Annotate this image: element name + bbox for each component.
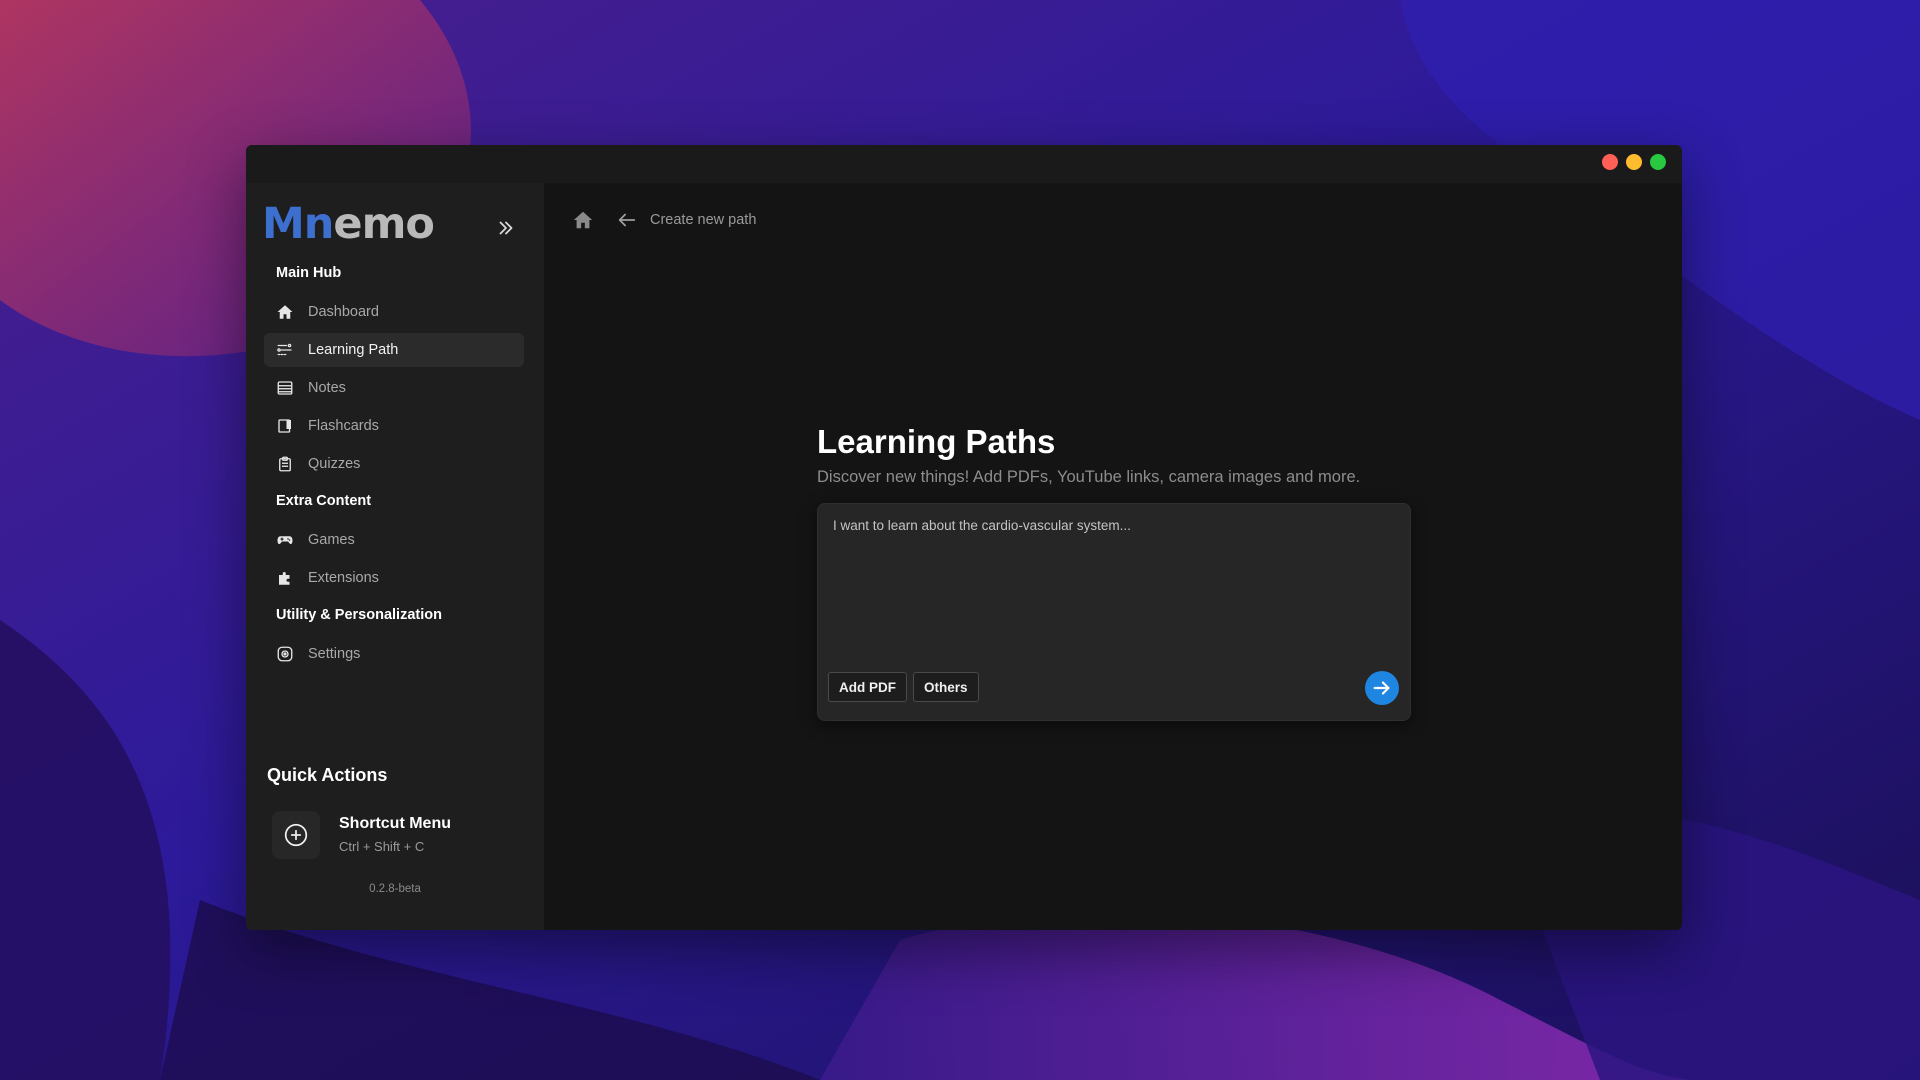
sidebar-item-notes[interactable]: Notes [264,371,524,405]
section-title-main-hub: Main Hub [276,265,342,281]
home-icon [573,211,593,229]
back-button[interactable] [616,209,638,231]
sidebar-collapse-button[interactable] [495,217,517,239]
title-bar[interactable] [246,145,1682,183]
sidebar-item-label: Flashcards [308,418,379,434]
sidebar-item-label: Learning Path [308,342,399,358]
logo-part-2: emo [333,199,435,249]
chevrons-right-icon [499,221,513,235]
others-button[interactable]: Others [913,672,979,702]
sidebar-item-label: Settings [308,646,361,662]
arrow-left-icon [618,213,636,227]
puzzle-icon [276,569,294,587]
quick-actions-title: Quick Actions [267,765,388,785]
logo-part-1: Mn [262,199,334,249]
clipboard-icon [276,455,294,473]
sidebar: Mnemo Main Hub Dashboard Learning Path N… [246,183,544,930]
sidebar-item-settings[interactable]: Settings [264,637,524,671]
page-subtitle: Discover new things! Add PDFs, YouTube l… [817,468,1361,486]
sidebar-item-quizzes[interactable]: Quizzes [264,447,524,481]
section-title-utility: Utility & Personalization [276,607,442,623]
gamepad-icon [276,531,294,549]
sidebar-item-label: Games [308,532,355,548]
main-content: Create new path Learning Paths Discover … [544,183,1682,930]
page-title: Learning Paths [817,423,1056,460]
window-controls [1602,154,1666,170]
sidebar-item-label: Notes [308,380,346,396]
arrow-right-icon [1373,681,1390,695]
prompt-card: Add PDF Others [817,503,1411,721]
learning-topic-input[interactable] [833,518,1393,638]
breadcrumb-label: Create new path [650,212,757,228]
app-logo: Mnemo [262,199,435,249]
notes-icon [276,379,294,397]
breadcrumb: Create new path [572,209,756,231]
app-window: Mnemo Main Hub Dashboard Learning Path N… [246,145,1682,930]
settings-icon [276,645,294,663]
sidebar-item-label: Dashboard [308,304,379,320]
home-icon [276,303,294,321]
flashcards-icon [276,417,294,435]
sidebar-item-label: Quizzes [308,456,361,472]
shortcut-menu-button[interactable] [272,811,320,859]
minimize-window-button[interactable] [1626,154,1642,170]
sidebar-item-extensions[interactable]: Extensions [264,561,524,595]
plus-circle-icon [284,823,308,847]
add-pdf-button[interactable]: Add PDF [828,672,907,702]
maximize-window-button[interactable] [1650,154,1666,170]
breadcrumb-home-button[interactable] [572,209,594,231]
sidebar-item-label: Extensions [308,570,379,586]
submit-button[interactable] [1365,671,1399,705]
shortcut-menu-keys: Ctrl + Shift + C [339,839,425,854]
sidebar-item-dashboard[interactable]: Dashboard [264,295,524,329]
sidebar-item-learning-path[interactable]: Learning Path [264,333,524,367]
section-title-extra-content: Extra Content [276,493,372,509]
close-window-button[interactable] [1602,154,1618,170]
shortcut-menu-title[interactable]: Shortcut Menu [339,815,451,833]
app-version: 0.2.8-beta [369,883,421,895]
sidebar-item-flashcards[interactable]: Flashcards [264,409,524,443]
sidebar-item-games[interactable]: Games [264,523,524,557]
path-icon [276,341,294,359]
